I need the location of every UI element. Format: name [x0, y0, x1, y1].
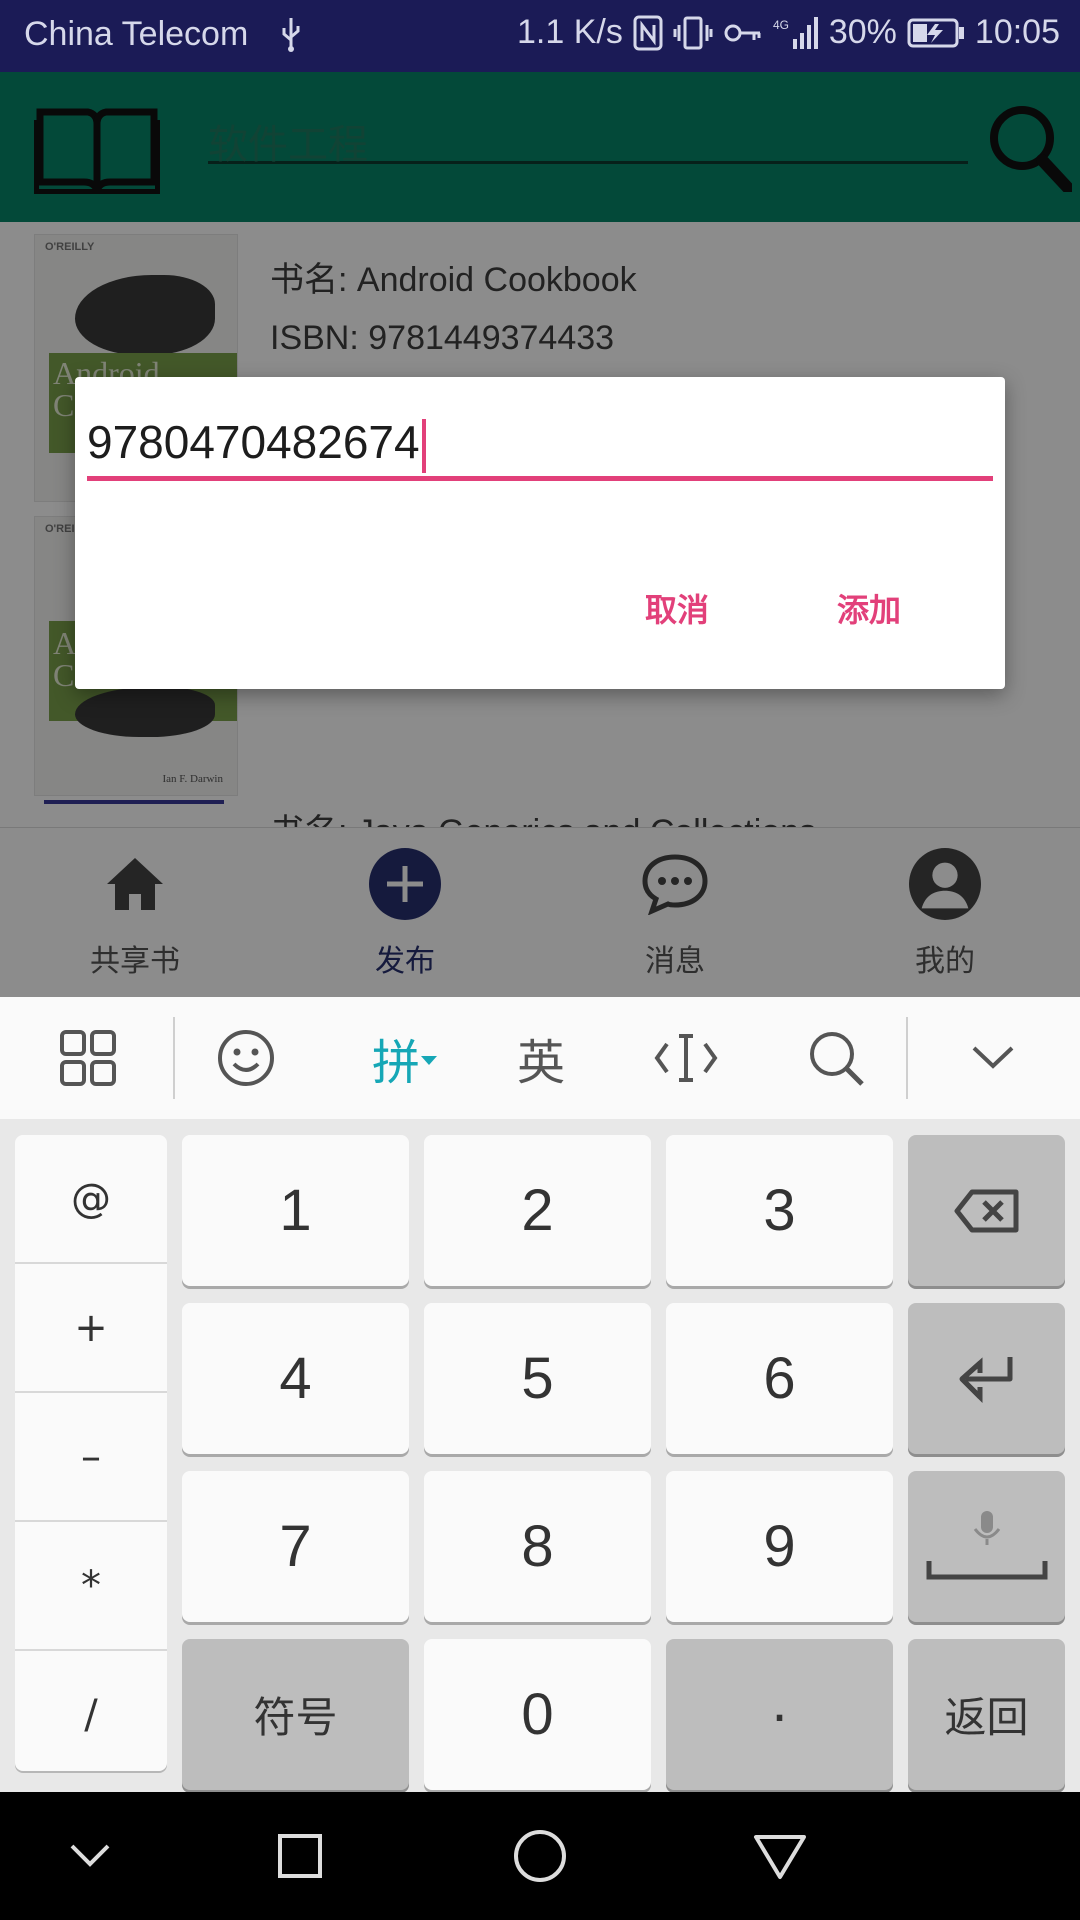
isbn-input-value: 9780470482674	[87, 416, 420, 468]
key-slash[interactable]: /	[15, 1651, 167, 1771]
key-1[interactable]: 1	[182, 1135, 409, 1286]
key-at[interactable]: @	[15, 1135, 167, 1262]
collapse-keyboard-icon[interactable]	[950, 997, 1036, 1119]
signal-icon: 4G	[773, 15, 819, 51]
add-isbn-dialog: 9780470482674 取消 添加	[75, 377, 1005, 689]
key-9[interactable]: 9	[666, 1471, 893, 1622]
pinyin-mode-button[interactable]: 拼	[350, 997, 460, 1119]
grid-menu-icon[interactable]	[40, 997, 136, 1119]
key-minus[interactable]: –	[15, 1393, 167, 1520]
enter-key[interactable]	[908, 1303, 1065, 1454]
emoji-icon[interactable]	[200, 997, 292, 1119]
key-7[interactable]: 7	[182, 1471, 409, 1622]
text-cursor	[421, 418, 426, 473]
status-bar: China Telecom 1.1 K/s 4G 30% 10:05	[0, 0, 1080, 72]
soft-keyboard: 拼 英 @ + – * / 1 2 3 4 5 6 7 8 9 符号 0 · 返…	[0, 997, 1080, 1792]
status-right: 1.1 K/s 4G 30% 10:05	[517, 13, 1060, 52]
english-label: 英	[516, 1035, 565, 1091]
search-icon[interactable]	[790, 997, 882, 1119]
dot-key[interactable]: ·	[666, 1639, 893, 1790]
toolbar-divider	[173, 1017, 175, 1099]
add-button[interactable]: 添加	[837, 585, 901, 631]
key-2[interactable]: 2	[424, 1135, 651, 1286]
key-0[interactable]: 0	[424, 1639, 651, 1790]
key-asterisk[interactable]: *	[15, 1522, 167, 1649]
key-5[interactable]: 5	[424, 1303, 651, 1454]
english-mode-button[interactable]: 英	[496, 997, 586, 1119]
back-icon[interactable]	[748, 1824, 812, 1888]
backspace-key[interactable]	[908, 1135, 1065, 1286]
cancel-button[interactable]: 取消	[645, 585, 709, 631]
key-8[interactable]: 8	[424, 1471, 651, 1622]
home-button-icon[interactable]	[508, 1824, 572, 1888]
battery-percent: 30%	[828, 13, 897, 51]
svg-text:4G: 4G	[773, 18, 789, 32]
caret-down-icon	[421, 1056, 437, 1065]
carrier-label: China Telecom	[24, 15, 249, 53]
key-plus[interactable]: +	[15, 1264, 167, 1391]
vibrate-icon	[673, 15, 713, 51]
return-key-label: 返回	[944, 1693, 1029, 1742]
pinyin-label: 拼	[371, 1035, 420, 1091]
key-icon	[723, 18, 763, 48]
usb-icon	[276, 14, 306, 58]
nfc-icon	[633, 15, 663, 51]
enter-icon	[959, 1356, 1012, 1403]
voice-space-key[interactable]	[908, 1471, 1065, 1622]
isbn-input-value-wrap: 9780470482674	[87, 415, 426, 473]
chevron-down-icon[interactable]	[58, 1824, 122, 1888]
toolbar-divider	[906, 1017, 908, 1099]
cursor-move-icon[interactable]	[640, 997, 732, 1119]
key-6[interactable]: 6	[666, 1303, 893, 1454]
symbols-key-label: 符号	[253, 1693, 338, 1742]
symbols-key[interactable]: 符号	[182, 1639, 409, 1790]
battery-charging-icon	[907, 17, 965, 49]
keyboard-toolbar: 拼 英	[0, 997, 1080, 1119]
key-4[interactable]: 4	[182, 1303, 409, 1454]
clock: 10:05	[974, 13, 1060, 51]
key-3[interactable]: 3	[666, 1135, 893, 1286]
return-key[interactable]: 返回	[908, 1639, 1065, 1790]
isbn-input[interactable]: 9780470482674	[87, 401, 993, 481]
network-speed: 1.1 K/s	[517, 13, 623, 51]
system-navigation-bar	[0, 1792, 1080, 1920]
backspace-icon	[954, 1189, 1018, 1232]
symbol-column: @ + – * /	[15, 1135, 167, 1771]
recent-apps-icon[interactable]	[268, 1824, 332, 1888]
microphone-icon	[926, 1510, 1047, 1579]
